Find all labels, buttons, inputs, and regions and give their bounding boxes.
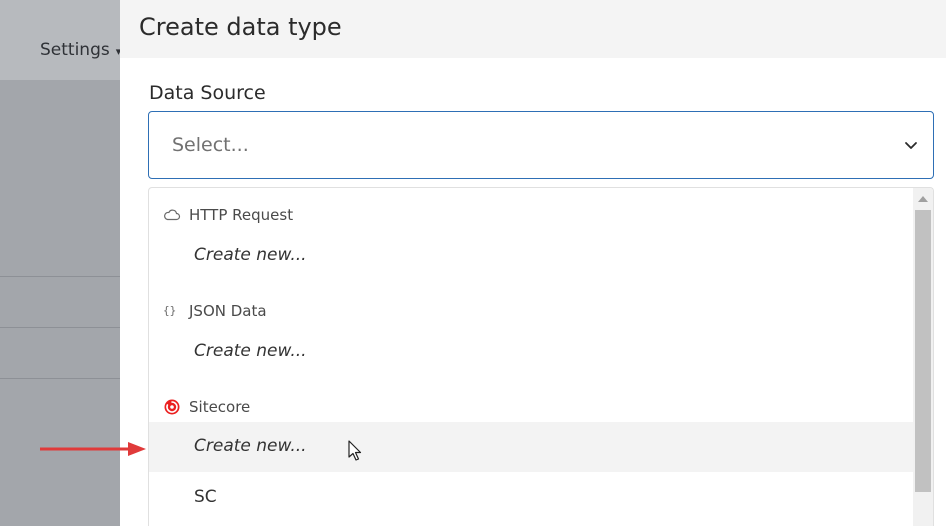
data-source-select[interactable]: Select...	[148, 111, 934, 179]
option-sitecore-sc[interactable]: SC	[149, 473, 913, 523]
group-header-http-request: HTTP Request	[149, 200, 913, 230]
scroll-up-arrow-icon[interactable]	[918, 196, 928, 202]
panel-header: Create data type	[120, 0, 946, 58]
panel-title: Create data type	[139, 13, 342, 41]
cloud-icon	[164, 209, 181, 221]
scroll-thumb[interactable]	[915, 210, 931, 492]
sitecore-logo-icon	[164, 399, 180, 415]
select-placeholder: Select...	[172, 134, 249, 156]
group-label: Sitecore	[189, 398, 251, 416]
group-header-json-data: {} JSON Data	[149, 296, 913, 326]
data-source-dropdown-menu: HTTP Request Create new... {} JSON Data …	[148, 187, 934, 526]
chevron-down-icon	[905, 142, 917, 149]
group-header-sitecore: Sitecore	[149, 392, 913, 422]
option-label: SC	[194, 487, 217, 507]
background-divider	[0, 276, 120, 277]
data-source-label: Data Source	[149, 82, 266, 104]
mouse-cursor-icon	[348, 440, 362, 461]
group-label: JSON Data	[189, 302, 267, 320]
option-label: Create new...	[194, 341, 307, 361]
json-braces-icon: {}	[163, 304, 177, 317]
background-divider	[0, 327, 120, 328]
settings-label: Settings	[40, 40, 110, 60]
annotation-arrow-icon	[40, 442, 146, 456]
background-divider	[0, 378, 120, 379]
group-label: HTTP Request	[189, 206, 294, 224]
settings-menu[interactable]: Settings ▾	[40, 40, 121, 60]
option-label: Create new...	[194, 245, 307, 265]
option-sitecore-create-new[interactable]: Create new...	[149, 422, 913, 472]
option-http-create-new[interactable]: Create new...	[149, 231, 913, 281]
create-data-type-panel: Create data type Data Source Select... H…	[120, 0, 946, 526]
option-json-create-new[interactable]: Create new...	[149, 327, 913, 377]
option-label: Create new...	[194, 436, 307, 456]
menu-scrollbar[interactable]	[913, 188, 933, 526]
